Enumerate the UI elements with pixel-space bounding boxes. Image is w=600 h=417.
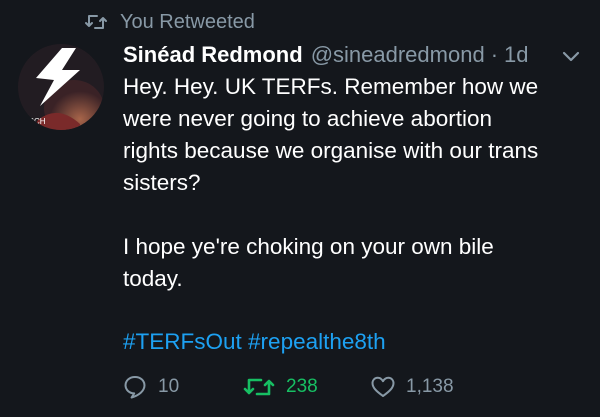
tweet-text-line: were never going to achieve abortion <box>123 106 492 131</box>
like-count: 1,138 <box>406 376 454 397</box>
tweet-header: Sinéad Redmond @sineadredmond · 1d <box>123 39 529 71</box>
tweet-actions: 10 238 1,138 <box>122 372 582 402</box>
retweet-count: 238 <box>286 376 318 397</box>
tweet-text-line: Hey. Hey. UK TERFs. Remember how we <box>123 74 539 99</box>
tweet-text-line: sisters? <box>123 170 201 195</box>
retweet-context-label: You Retweeted <box>120 10 255 33</box>
chevron-down-icon[interactable] <box>560 47 582 65</box>
tweet-text-line: rights because we organise with our tran… <box>123 138 539 163</box>
tweet-timestamp[interactable]: 1d <box>504 42 528 68</box>
hashtag-link[interactable]: #repealthe8th <box>248 329 386 354</box>
tweet-text-line: today. <box>123 266 183 291</box>
reply-count: 10 <box>158 376 180 397</box>
reply-button[interactable]: 10 <box>122 372 179 402</box>
like-button[interactable]: 1,138 <box>370 372 454 402</box>
tweet[interactable]: You Retweeted +SCH Sinéad Redmond @sinea… <box>0 0 600 417</box>
hashtag-link[interactable]: #TERFsOut <box>123 329 242 354</box>
author-handle[interactable]: @sineadredmond <box>311 42 485 68</box>
retweet-icon <box>243 378 275 396</box>
author-name[interactable]: Sinéad Redmond <box>123 42 303 68</box>
tweet-text-line: I hope ye're choking on your own bile <box>123 234 494 259</box>
header-separator: · <box>490 42 499 67</box>
tweet-text: Hey. Hey. UK TERFs. Remember how we were… <box>123 71 593 295</box>
avatar[interactable]: +SCH <box>18 44 104 130</box>
retweet-context: You Retweeted <box>84 8 255 36</box>
heart-icon <box>371 376 395 397</box>
hashtags: #TERFsOut #repealthe8th <box>123 326 386 358</box>
reply-icon <box>124 376 146 399</box>
avatar-badge-text: +SCH <box>24 117 46 126</box>
retweet-button[interactable]: 238 <box>242 372 318 402</box>
retweet-icon <box>85 15 107 29</box>
avatar-image: +SCH <box>18 44 104 130</box>
